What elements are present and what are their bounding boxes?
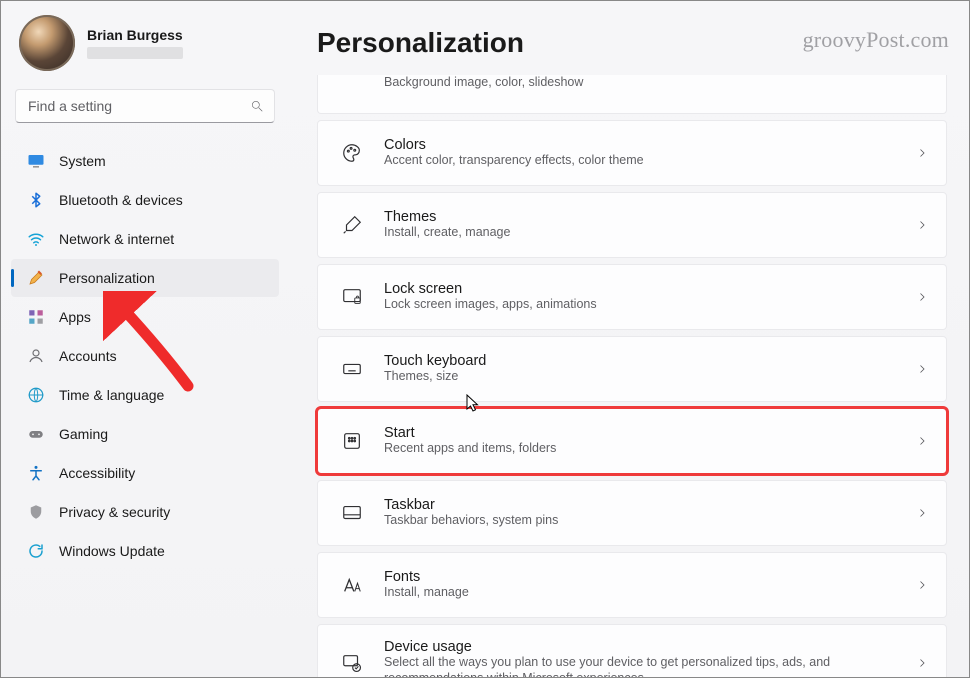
network-icon [27, 230, 45, 248]
privacy-icon [27, 503, 45, 521]
card-subtitle: Install, manage [384, 585, 904, 601]
card-title: Fonts [384, 569, 904, 585]
update-icon [27, 542, 45, 560]
chevron-right-icon [916, 579, 928, 591]
system-icon [27, 152, 45, 170]
avatar [19, 15, 75, 71]
card-subtitle: Themes, size [384, 369, 904, 385]
card-title: Colors [384, 137, 904, 153]
lockscreen-icon [338, 285, 366, 309]
card-title: Lock screen [384, 281, 904, 297]
sidebar-item-label: Time & language [59, 387, 164, 403]
sidebar-item-personalization[interactable]: Personalization [11, 259, 279, 297]
chevron-right-icon [916, 363, 928, 375]
card-title: Touch keyboard [384, 353, 904, 369]
accessibility-icon [27, 464, 45, 482]
card-subtitle: Install, create, manage [384, 225, 904, 241]
sidebar-item-bluetooth[interactable]: Bluetooth & devices [11, 181, 279, 219]
bluetooth-icon [27, 191, 45, 209]
card-deviceusage[interactable]: Device usage Select all the ways you pla… [317, 624, 947, 677]
card-fonts[interactable]: Fonts Install, manage [317, 552, 947, 618]
card-colors[interactable]: Colors Accent color, transparency effect… [317, 120, 947, 186]
sidebar-item-label: Apps [59, 309, 91, 325]
chevron-right-icon [916, 147, 928, 159]
sidebar-item-label: Personalization [59, 270, 155, 286]
sidebar: Brian Burgess System Bluetooth & devices… [1, 1, 287, 677]
sidebar-item-update[interactable]: Windows Update [11, 532, 279, 570]
card-themes[interactable]: Themes Install, create, manage [317, 192, 947, 258]
sidebar-item-time[interactable]: Time & language [11, 376, 279, 414]
start-icon [338, 429, 366, 453]
card-background[interactable]: Background image, color, slideshow [317, 75, 947, 114]
sidebar-item-label: Windows Update [59, 543, 165, 559]
user-text: Brian Burgess [87, 27, 183, 59]
personalize-icon [27, 269, 45, 287]
sidebar-item-accessibility[interactable]: Accessibility [11, 454, 279, 492]
sidebar-item-label: Gaming [59, 426, 108, 442]
card-title: Taskbar [384, 497, 904, 513]
card-title: Themes [384, 209, 904, 225]
keyboard-icon [338, 357, 366, 381]
card-subtitle: Accent color, transparency effects, colo… [384, 153, 904, 169]
sidebar-item-label: Accounts [59, 348, 117, 364]
sidebar-item-system[interactable]: System [11, 142, 279, 180]
chevron-right-icon [916, 657, 928, 669]
user-name: Brian Burgess [87, 27, 183, 43]
settings-card-list: Background image, color, slideshow Color… [317, 75, 957, 677]
sidebar-item-label: Accessibility [59, 465, 135, 481]
accounts-icon [27, 347, 45, 365]
user-account-row[interactable]: Brian Burgess [7, 11, 283, 83]
card-lockscreen[interactable]: Lock screen Lock screen images, apps, an… [317, 264, 947, 330]
deviceusage-icon [338, 651, 366, 675]
card-subtitle: Select all the ways you plan to use your… [384, 655, 904, 677]
card-subtitle: Taskbar behaviors, system pins [384, 513, 904, 529]
chevron-right-icon [916, 291, 928, 303]
user-email-redacted [87, 47, 183, 59]
taskbar-icon [338, 501, 366, 525]
palette-icon [338, 141, 366, 165]
sidebar-item-apps[interactable]: Apps [11, 298, 279, 336]
card-taskbar[interactable]: Taskbar Taskbar behaviors, system pins [317, 480, 947, 546]
main-content: groovyPost.com Personalization Backgroun… [287, 1, 969, 677]
page-title: Personalization [317, 27, 957, 59]
card-start[interactable]: Start Recent apps and items, folders [317, 408, 947, 474]
sidebar-item-gaming[interactable]: Gaming [11, 415, 279, 453]
brush-icon [338, 213, 366, 237]
chevron-right-icon [916, 507, 928, 519]
card-subtitle: Recent apps and items, folders [384, 441, 904, 457]
card-title: Start [384, 425, 904, 441]
search-input[interactable] [26, 97, 250, 115]
time-icon [27, 386, 45, 404]
apps-icon [27, 308, 45, 326]
card-subtitle: Lock screen images, apps, animations [384, 297, 904, 313]
sidebar-item-accounts[interactable]: Accounts [11, 337, 279, 375]
card-subtitle: Background image, color, slideshow [384, 75, 928, 91]
card-title: Device usage [384, 639, 904, 655]
sidebar-nav: System Bluetooth & devices Network & int… [7, 142, 283, 570]
sidebar-item-label: System [59, 153, 106, 169]
search-icon [250, 99, 264, 113]
sidebar-item-privacy[interactable]: Privacy & security [11, 493, 279, 531]
search-box[interactable] [15, 89, 275, 123]
fonts-icon [338, 573, 366, 597]
sidebar-item-network[interactable]: Network & internet [11, 220, 279, 258]
sidebar-item-label: Privacy & security [59, 504, 170, 520]
card-touchkeyboard[interactable]: Touch keyboard Themes, size [317, 336, 947, 402]
sidebar-item-label: Bluetooth & devices [59, 192, 183, 208]
gaming-icon [27, 425, 45, 443]
chevron-right-icon [916, 219, 928, 231]
chevron-right-icon [916, 435, 928, 447]
sidebar-item-label: Network & internet [59, 231, 174, 247]
